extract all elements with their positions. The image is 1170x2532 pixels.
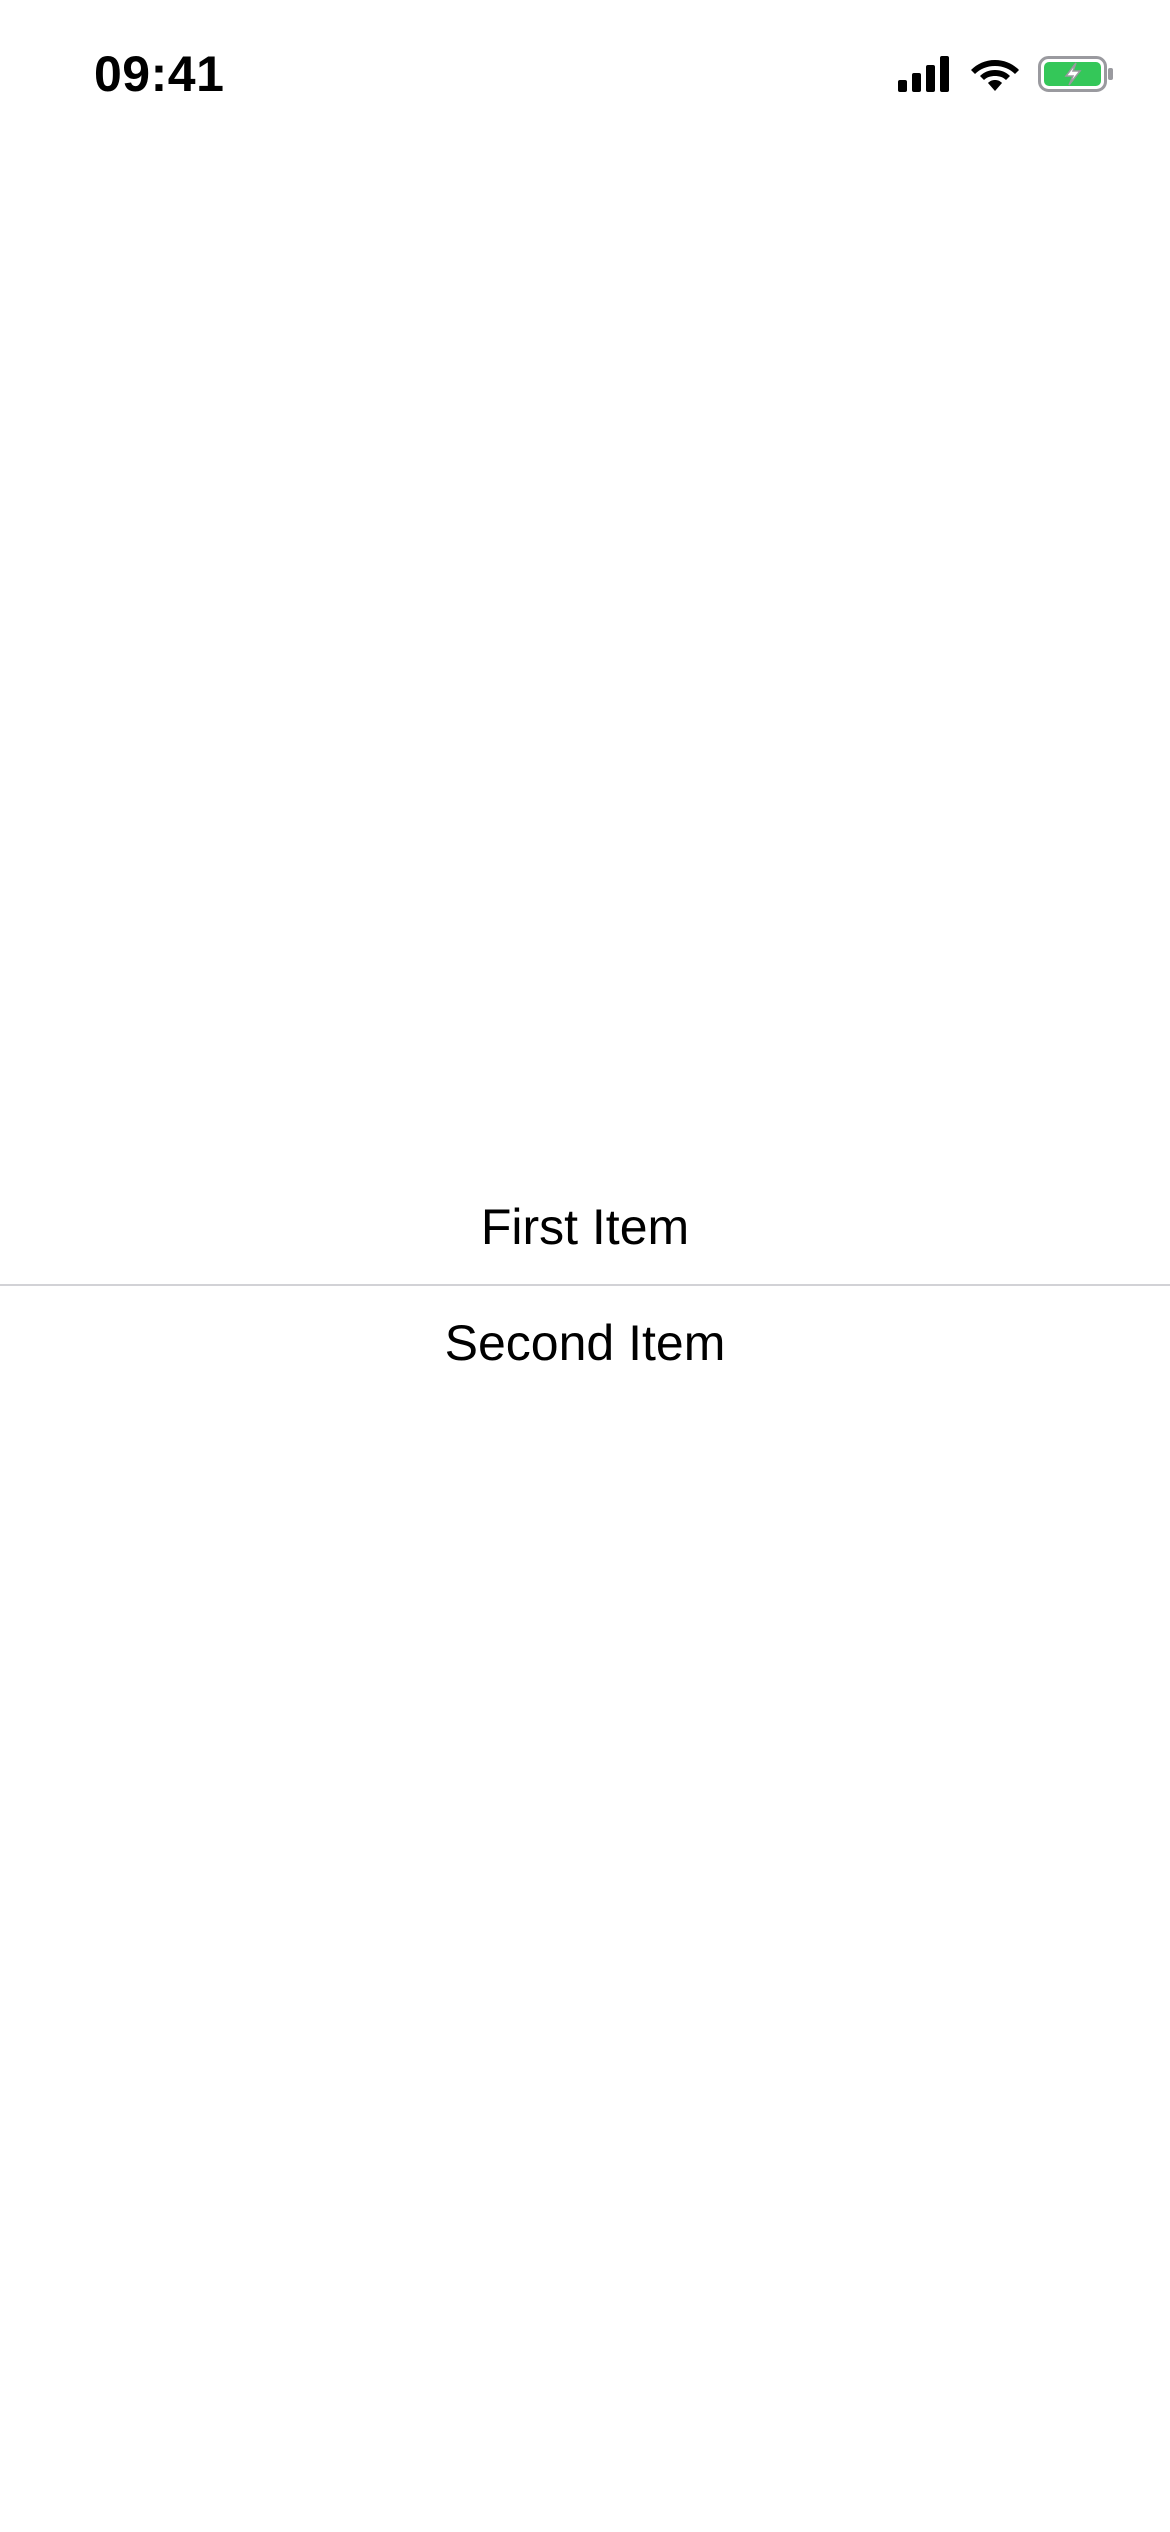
battery-charging-icon [1038, 55, 1114, 93]
list-item-first[interactable]: First Item [0, 1170, 1170, 1284]
list-item-second[interactable]: Second Item [0, 1286, 1170, 1400]
wifi-icon [970, 56, 1020, 92]
cellular-signal-icon [898, 56, 952, 92]
status-time: 09:41 [94, 46, 225, 102]
item-list: First Item Second Item [0, 1170, 1170, 1400]
status-icons [898, 52, 1114, 96]
screen: 09:41 First Item Second Item [0, 0, 1170, 2532]
status-bar: 09:41 [0, 0, 1170, 140]
